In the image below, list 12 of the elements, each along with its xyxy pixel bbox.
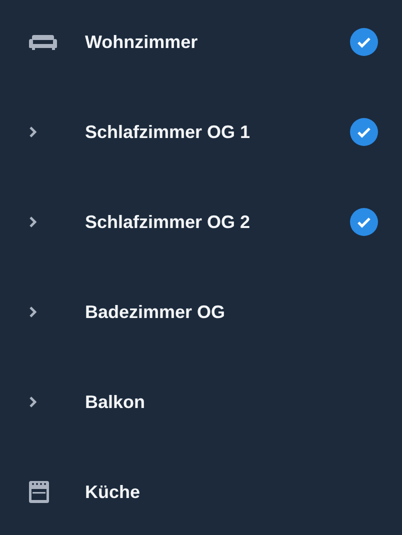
chevron-right-icon[interactable]	[29, 396, 37, 408]
room-name[interactable]: Schlafzimmer OG 1	[85, 122, 350, 142]
room-name[interactable]: Badezimmer OG	[85, 302, 402, 322]
chevron-right-icon[interactable]	[29, 306, 37, 318]
oven-icon	[29, 481, 49, 503]
room-name[interactable]: Küche	[85, 482, 402, 502]
room-name[interactable]: Wohnzimmer	[85, 32, 350, 52]
chevron-right-icon[interactable]	[29, 126, 37, 138]
room-name[interactable]: Balkon	[85, 392, 402, 412]
chevron-right-icon[interactable]	[29, 216, 37, 228]
sofa-icon	[29, 34, 57, 50]
room-name[interactable]: Schlafzimmer OG 2	[85, 212, 350, 232]
